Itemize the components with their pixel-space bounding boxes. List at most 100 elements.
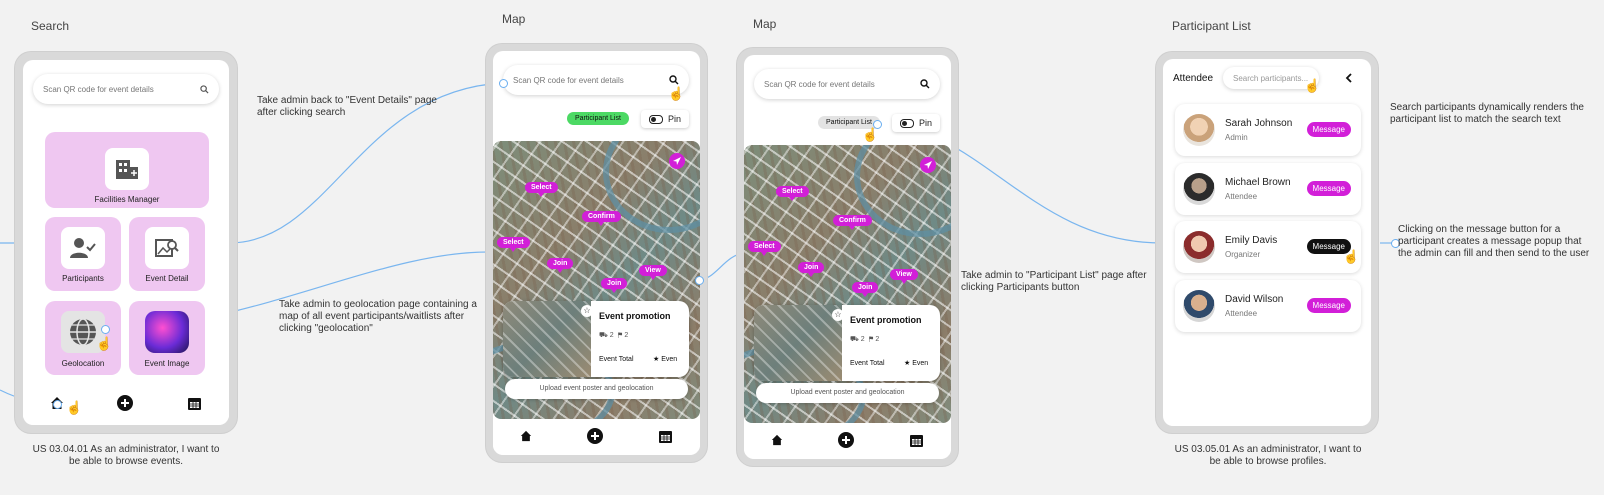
frame-title-map-1: Map: [502, 12, 526, 26]
pointer-cursor-icon: ☝: [1304, 78, 1321, 93]
building-add-icon: [105, 148, 149, 190]
avatar: [1183, 173, 1215, 205]
event-total-label: Event Total: [599, 356, 634, 363]
home-icon[interactable]: [520, 430, 532, 442]
add-circle-icon[interactable]: [837, 432, 854, 448]
attendee-header: Attendee: [1173, 73, 1214, 84]
participant-role: Organizer: [1225, 250, 1261, 259]
caption-us-03-05-01: US 03.05.01 As an administrator, I want …: [1174, 444, 1362, 467]
home-icon[interactable]: [771, 434, 783, 446]
participant-row[interactable]: Sarah Johnson Admin Message: [1175, 104, 1361, 156]
add-circle-icon[interactable]: [586, 428, 603, 444]
note-search-back: Take admin back to "Event Details" page …: [257, 95, 437, 118]
message-button[interactable]: Message: [1306, 298, 1351, 313]
flag-icon: ⚑: [868, 336, 874, 343]
stat-value: 2: [875, 336, 880, 343]
map-marker[interactable]: Confirm: [582, 211, 621, 226]
flag-icon: ⚑: [617, 332, 623, 339]
location-arrow-icon[interactable]: [669, 153, 685, 169]
message-button[interactable]: Message: [1306, 122, 1351, 137]
star-icon: ★: [904, 360, 911, 367]
connector-dot: [53, 400, 62, 409]
even-label: ★ Even: [653, 355, 677, 363]
search-input[interactable]: Scan QR code for event details: [43, 85, 154, 94]
tile-event-detail[interactable]: Event Detail: [129, 217, 205, 291]
pin-label: Pin: [919, 118, 933, 128]
map-marker[interactable]: Select: [748, 241, 781, 256]
star-icon: ★: [653, 356, 660, 363]
search-input[interactable]: Scan QR code for event details: [513, 76, 624, 85]
pin-toggle[interactable]: Pin: [641, 110, 690, 128]
tile-participants[interactable]: Participants: [45, 217, 121, 291]
screen-search: Scan QR code for event details Facilitie…: [23, 60, 229, 425]
search-icon[interactable]: [920, 79, 930, 89]
map-marker[interactable]: Confirm: [833, 215, 872, 230]
event-card[interactable]: Event promotion ⛟ 2 ⚑ 2 Event Total ★ Ev…: [503, 301, 689, 377]
event-map[interactable]: Select Confirm Select Join View Join Eve…: [744, 145, 951, 423]
participant-row[interactable]: Emily Davis Organizer Message: [1175, 221, 1361, 273]
participant-name: David Wilson: [1225, 294, 1284, 305]
note-participant-list: Take admin to "Participant List" page af…: [961, 270, 1147, 293]
search-bar[interactable]: Scan QR code for event details: [754, 69, 940, 99]
map-marker[interactable]: Join: [798, 262, 825, 277]
stat-value: 2: [860, 336, 865, 343]
phone-search: Scan QR code for event details Facilitie…: [15, 52, 237, 433]
event-card-stats: ⛟ 2 ⚑ 2: [599, 331, 628, 340]
pin-toggle[interactable]: Pin: [892, 114, 941, 132]
search-input[interactable]: Scan QR code for event details: [764, 80, 875, 89]
avatar: [1183, 231, 1215, 263]
even-text: Even: [912, 360, 929, 367]
participant-list-button[interactable]: Participant List: [567, 112, 629, 125]
participant-role: Attendee: [1225, 192, 1258, 201]
event-card-image: [503, 301, 591, 377]
calendar-icon[interactable]: [187, 396, 202, 411]
add-circle-icon[interactable]: [117, 395, 134, 411]
frame-title-participant-list: Participant List: [1172, 19, 1251, 33]
pin-label: Pin: [668, 114, 682, 124]
search-bar[interactable]: Scan QR code for event details: [33, 74, 219, 104]
search-bar[interactable]: Scan QR code for event details: [503, 65, 689, 95]
participant-name: Michael Brown: [1225, 177, 1291, 188]
map-marker[interactable]: Join: [601, 278, 628, 293]
image-search-icon: [145, 227, 189, 269]
avatar: [1183, 114, 1215, 146]
tile-event-image[interactable]: Event Image: [129, 301, 205, 375]
participant-role: Attendee: [1225, 309, 1258, 318]
event-card[interactable]: Event promotion ⛟ 2 ⚑ 2 Event Total ★ Ev…: [754, 305, 940, 381]
map-marker[interactable]: Join: [852, 282, 879, 297]
event-card-image: [754, 305, 842, 381]
search-icon[interactable]: [200, 84, 209, 94]
participant-name: Sarah Johnson: [1225, 118, 1293, 129]
connector-dot: [873, 120, 882, 129]
map-marker[interactable]: View: [890, 269, 918, 284]
phone-map-2: Scan QR code for event details Participa…: [737, 48, 958, 466]
map-marker[interactable]: Select: [776, 186, 809, 201]
calendar-icon[interactable]: [909, 433, 924, 448]
tile-label: Geolocation: [61, 359, 105, 368]
participant-row[interactable]: David Wilson Attendee Message: [1175, 280, 1361, 332]
even-text: Even: [661, 356, 678, 363]
participant-row[interactable]: Michael Brown Attendee Message: [1175, 163, 1361, 215]
message-button[interactable]: Message: [1306, 181, 1351, 196]
map-marker[interactable]: Select: [525, 182, 558, 197]
phone-participant-list: Attendee Search participants... Sarah Jo…: [1156, 52, 1378, 433]
search-icon[interactable]: [669, 75, 679, 85]
event-card-title: Event promotion: [599, 311, 671, 321]
car-icon: ⛟: [599, 332, 608, 339]
car-icon: ⛟: [850, 336, 859, 343]
upload-event-poster-button[interactable]: Upload event poster and geolocation: [505, 379, 688, 399]
location-arrow-icon[interactable]: [920, 157, 936, 173]
map-marker[interactable]: Select: [497, 237, 530, 252]
favorite-star-icon[interactable]: ☆: [581, 305, 593, 317]
map-marker[interactable]: Join: [547, 258, 574, 273]
tile-facilities-manager[interactable]: Facilities Manager: [45, 132, 209, 208]
event-map[interactable]: Select Confirm Select Join View Join Eve…: [493, 141, 700, 419]
connector-dot: [101, 325, 110, 334]
calendar-icon[interactable]: [658, 429, 673, 444]
caption-us-03-04-01: US 03.04.01 As an administrator, I want …: [32, 444, 220, 467]
map-marker[interactable]: View: [639, 265, 667, 280]
participant-name: Emily Davis: [1225, 235, 1278, 246]
chevron-left-icon[interactable]: [1345, 73, 1353, 83]
favorite-star-icon[interactable]: ☆: [832, 309, 844, 321]
upload-event-poster-button[interactable]: Upload event poster and geolocation: [756, 383, 939, 403]
